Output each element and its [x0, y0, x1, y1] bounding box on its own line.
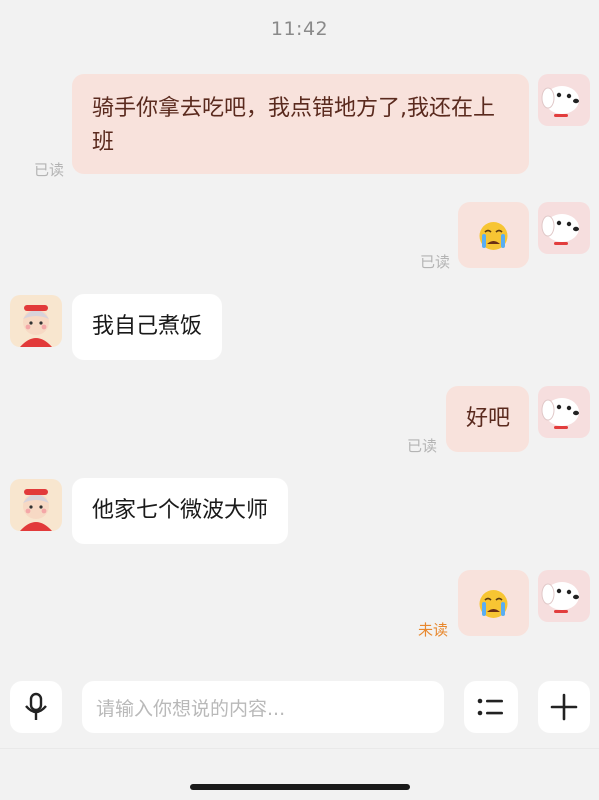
read-status: 已读 — [407, 437, 438, 455]
message-input[interactable]: 请输入你想说的内容... — [82, 681, 444, 733]
plus-icon — [550, 693, 578, 721]
message-bubble-outgoing[interactable] — [458, 570, 529, 636]
dog-avatar[interactable] — [538, 74, 590, 126]
status-time: 11:42 — [270, 18, 329, 40]
message-text: 骑手你拿去吃吧，我点错地方了,我还在上班 — [92, 96, 495, 155]
contact-avatar[interactable] — [10, 295, 62, 347]
read-status: 已读 — [420, 253, 451, 271]
voice-input-button[interactable] — [10, 681, 62, 733]
message-bubble-outgoing[interactable] — [458, 202, 529, 268]
message-bubble-outgoing[interactable]: 骑手你拿去吃吧，我点错地方了,我还在上班 — [72, 74, 529, 174]
input-placeholder: 请输入你想说的内容... — [96, 697, 286, 720]
crying-face-emoji — [479, 590, 508, 618]
message-bubble-incoming[interactable]: 我自己煮饭 — [72, 294, 222, 360]
message-text: 我自己煮饭 — [92, 314, 203, 339]
contact-avatar[interactable] — [10, 479, 62, 531]
message-bubble-incoming[interactable]: 他家七个微波大师 — [72, 478, 288, 544]
dog-avatar[interactable] — [538, 386, 590, 438]
dog-avatar[interactable] — [538, 202, 590, 254]
quick-menu-button[interactable] — [464, 681, 518, 733]
microphone-icon — [25, 692, 47, 720]
message-text: 好吧 — [466, 406, 511, 431]
message-bubble-outgoing[interactable]: 好吧 — [446, 386, 529, 452]
dog-avatar[interactable] — [538, 570, 590, 622]
unread-status: 未读 — [418, 621, 449, 639]
add-attachment-button[interactable] — [538, 681, 590, 733]
list-icon — [477, 698, 503, 716]
crying-face-emoji — [479, 222, 508, 250]
home-indicator[interactable] — [190, 784, 410, 790]
read-status: 已读 — [34, 161, 65, 179]
message-text: 他家七个微波大师 — [92, 498, 269, 523]
divider — [0, 748, 599, 749]
